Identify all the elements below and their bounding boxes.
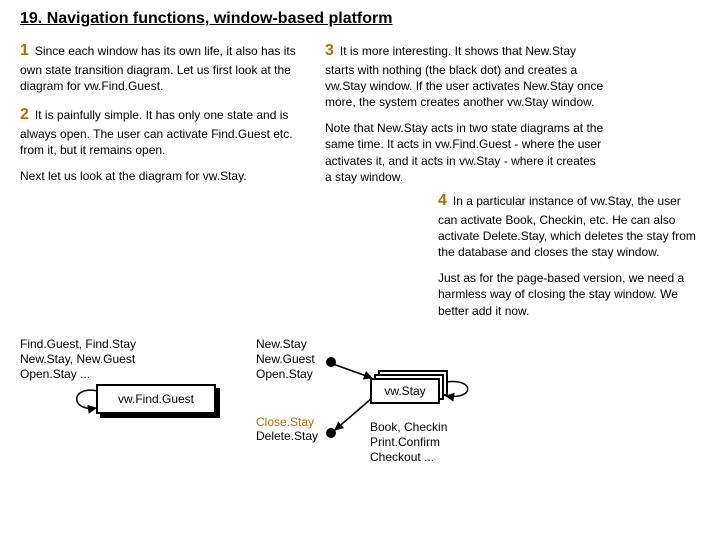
paragraph-1: 1Since each window has its own life, it …	[20, 40, 300, 94]
paragraph-3-text: It is more interesting. It shows that Ne…	[325, 44, 603, 109]
paragraph-2b: Next let us look at the diagram for vw.S…	[20, 168, 300, 184]
start-dot-icon	[326, 357, 336, 367]
deletestay-label: Delete.Stay	[256, 429, 318, 444]
paragraph-4: 4In a particular instance of vw.Stay, th…	[438, 190, 698, 260]
state-box-findguest: vw.Find.Guest	[96, 384, 216, 414]
paragraph-2: 2It is painfully simple. It has only one…	[20, 104, 300, 158]
state-box-stay: vw.Stay	[370, 378, 440, 404]
paragraph-4-text: In a particular instance of vw.Stay, the…	[438, 194, 696, 259]
step-number-1: 1	[20, 42, 29, 59]
paragraph-2-text: It is painfully simple. It has only one …	[20, 108, 293, 157]
stay-incoming-label: New.Stay New.Guest Open.Stay	[256, 337, 315, 382]
end-dot-icon	[326, 428, 336, 438]
page-title: 19. Navigation functions, window-based p…	[20, 10, 392, 28]
paragraph-3b: Note that New.Stay acts in two state dia…	[325, 120, 605, 185]
paragraph-4b: Just as for the page-based version, we n…	[438, 270, 698, 319]
step-number-3: 3	[325, 42, 334, 59]
closestay-label: Close.Stay	[256, 415, 314, 430]
paragraph-3: 3It is more interesting. It shows that N…	[325, 40, 605, 110]
paragraph-1-text: Since each window has its own life, it a…	[20, 44, 296, 93]
step-number-4: 4	[438, 192, 447, 209]
stay-self-actions-label: Book, Checkin Print.Confirm Checkout ...	[370, 420, 447, 465]
findguest-actions-label: Find.Guest, Find.Stay New.Stay, New.Gues…	[20, 337, 136, 382]
step-number-2: 2	[20, 106, 29, 123]
